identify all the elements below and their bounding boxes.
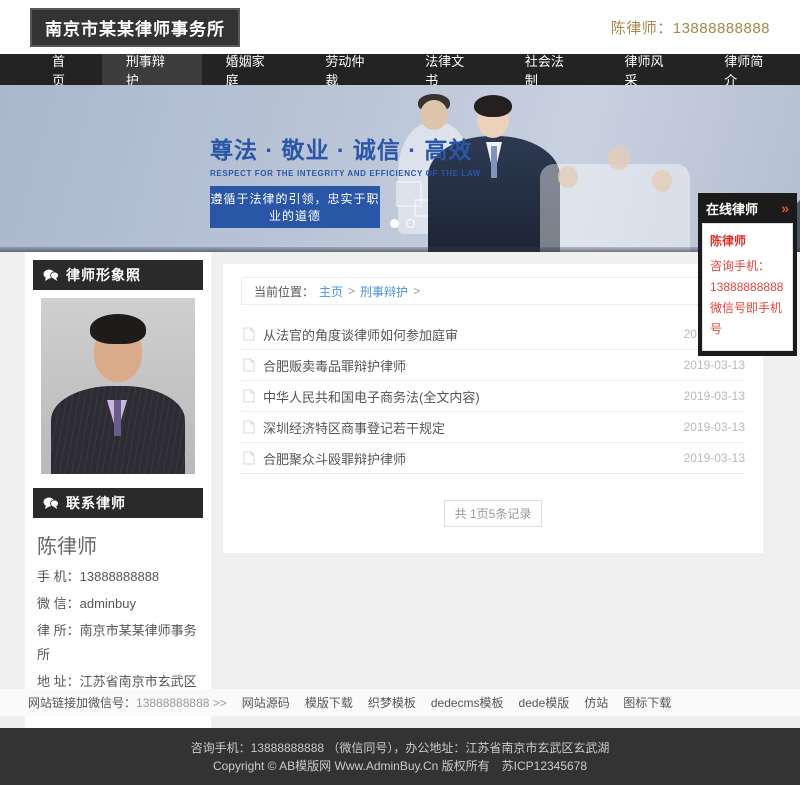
online-lawyer-title: 在线律师 [706, 199, 758, 218]
speech-bubble-icon [43, 497, 59, 510]
friend-links-prefix: 网站链接加微信号：13888888888 >> [28, 694, 227, 711]
article-date: 2019-03-13 [684, 420, 745, 434]
document-icon [243, 327, 255, 341]
contact-row-phone: 手 机：13888888888 [37, 565, 199, 589]
banner-tagline: 遵循于法律的引领，忠实于职业的道德 [210, 186, 380, 228]
nav-item-home[interactable]: 首页 [28, 54, 102, 85]
article-row[interactable]: 深圳经济特区商事登记若干规定 2019-03-13 [241, 412, 745, 443]
nav-item-lawyer-profile[interactable]: 律师简介 [700, 54, 800, 85]
friend-link-dreamweaver-template[interactable]: 织梦模板 [368, 694, 416, 711]
collapse-arrow-icon[interactable]: » [781, 200, 789, 216]
banner-slogan-title: 尊法 · 敬业 · 诚信 · 高效 [210, 131, 481, 165]
hero-banner: 尊法 · 敬业 · 诚信 · 高效 RESPECT FOR THE INTEGR… [0, 85, 800, 252]
breadcrumb-separator: > [413, 284, 420, 298]
article-title[interactable]: 合肥贩卖毒品罪辩护律师 [263, 356, 684, 375]
document-icon [243, 420, 255, 434]
article-title[interactable]: 从法官的角度谈律师如何参加庭审 [263, 325, 684, 344]
friend-links-phone: 13888888888 [136, 696, 209, 710]
article-row[interactable]: 从法官的角度谈律师如何参加庭审 2019-03-13 [241, 319, 745, 350]
article-row[interactable]: 中华人民共和国电子商务法(全文内容) 2019-03-13 [241, 381, 745, 412]
nav-item-marriage-family[interactable]: 婚姻家庭 [202, 54, 302, 85]
breadcrumb-separator: > [348, 284, 355, 298]
nav-item-labor-arbitration[interactable]: 劳动仲裁 [301, 54, 401, 85]
friend-link-source[interactable]: 网站源码 [242, 694, 290, 711]
article-date: 2019-03-13 [684, 358, 745, 372]
speech-bubble-icon [43, 269, 59, 282]
article-date: 2019-03-13 [684, 451, 745, 465]
friend-link-clone-site[interactable]: 仿站 [584, 694, 608, 711]
nav-item-lawyer-style[interactable]: 律师风采 [601, 54, 701, 85]
nav-item-criminal-defense[interactable]: 刑事辩护 [102, 54, 202, 85]
online-lawyer-name: 陈律师 [710, 232, 785, 249]
banner-slogan-english: RESPECT FOR THE INTEGRITY AND EFFICIENCY… [210, 169, 481, 178]
sidebar-photo-header: 律师形象照 [33, 260, 203, 290]
main-column: 当前位置： 主页 > 刑事辩护 > 从法官的角度谈律师如何参加庭审 2019-0… [223, 264, 763, 553]
top-header: 南京市某某律师事务所 陈律师：13888888888 [0, 0, 800, 54]
banner-slogan: 尊法 · 敬业 · 诚信 · 高效 RESPECT FOR THE INTEGR… [210, 131, 481, 228]
online-lawyer-header: 在线律师 » [702, 193, 793, 223]
sidebar-contact-title: 联系律师 [66, 493, 126, 513]
online-lawyer-panel: 在线律师 » 陈律师 咨询手机： 13888888888 微信号即手机号 [698, 193, 797, 356]
breadcrumb: 当前位置： 主页 > 刑事辩护 > [241, 277, 745, 305]
friend-link-dede-template[interactable]: dede模版 [519, 694, 570, 711]
lawyer-portrait-photo [41, 298, 195, 474]
contact-lawyer-name: 陈律师 [37, 530, 199, 559]
document-icon [243, 358, 255, 372]
page-footer: 咨询手机：13888888888 （微信同号），办公地址：江苏省南京市玄武区玄武… [0, 728, 800, 785]
header-phone: 陈律师：13888888888 [611, 17, 770, 38]
online-lawyer-note: 微信号即手机号 [710, 298, 785, 340]
document-icon [243, 389, 255, 403]
friend-links-bar: 网站链接加微信号：13888888888 >> 网站源码 模版下载 织梦模板 d… [0, 689, 800, 716]
article-row[interactable]: 合肥聚众斗殴罪辩护律师 2019-03-13 [241, 443, 745, 474]
article-list: 从法官的角度谈律师如何参加庭审 2019-03-13 合肥贩卖毒品罪辩护律师 2… [241, 319, 745, 474]
pagination: 共 1页5条记录 [241, 500, 745, 527]
slider-dots [390, 219, 415, 228]
friend-link-template-download[interactable]: 模版下载 [305, 694, 353, 711]
article-title[interactable]: 中华人民共和国电子商务法(全文内容) [263, 387, 684, 406]
slider-dot[interactable] [406, 219, 415, 228]
online-lawyer-phone-label: 咨询手机： [710, 256, 785, 277]
sidebar-contact-header: 联系律师 [33, 488, 203, 518]
friend-link-dedecms-template[interactable]: dedecms模板 [431, 694, 504, 711]
nav-item-social-law[interactable]: 社会法制 [501, 54, 601, 85]
sidebar: 律师形象照 联系律师 陈律师 手 机：13888888888 微 信：admin… [25, 252, 211, 732]
pagination-summary: 共 1页5条记录 [444, 500, 543, 527]
article-row[interactable]: 合肥贩卖毒品罪辩护律师 2019-03-13 [241, 350, 745, 381]
slider-dot-active[interactable] [390, 219, 399, 228]
contact-row-firm: 律 所：南京市某某律师事务所 [37, 619, 199, 667]
contact-row-wechat: 微 信：adminbuy [37, 592, 199, 616]
site-logo[interactable]: 南京市某某律师事务所 [30, 8, 240, 47]
breadcrumb-prefix: 当前位置： [254, 283, 314, 300]
footer-copyright-line: Copyright © AB模版网 Www.AdminBuy.Cn 版权所有 苏… [0, 757, 800, 775]
breadcrumb-category-link[interactable]: 刑事辩护 [360, 283, 408, 300]
nav-item-legal-documents[interactable]: 法律文书 [401, 54, 501, 85]
article-date: 2019-03-13 [684, 389, 745, 403]
article-title[interactable]: 深圳经济特区商事登记若干规定 [263, 418, 684, 437]
main-nav: 首页 刑事辩护 婚姻家庭 劳动仲裁 法律文书 社会法制 律师风采 律师简介 [0, 54, 800, 85]
friend-link-icon-download[interactable]: 图标下载 [623, 694, 671, 711]
online-lawyer-phone: 13888888888 [710, 277, 785, 298]
article-title[interactable]: 合肥聚众斗殴罪辩护律师 [263, 449, 684, 468]
sidebar-photo-title: 律师形象照 [66, 265, 141, 285]
content-area: 律师形象照 联系律师 陈律师 手 机：13888888888 微 信：admin… [0, 252, 800, 732]
online-lawyer-body: 陈律师 咨询手机： 13888888888 微信号即手机号 [702, 223, 793, 351]
breadcrumb-home-link[interactable]: 主页 [319, 283, 343, 300]
footer-contact-line: 咨询手机：13888888888 （微信同号），办公地址：江苏省南京市玄武区玄武… [0, 739, 800, 757]
document-icon [243, 451, 255, 465]
banner-photo-group [540, 164, 690, 252]
more-arrow[interactable]: >> [213, 696, 227, 710]
